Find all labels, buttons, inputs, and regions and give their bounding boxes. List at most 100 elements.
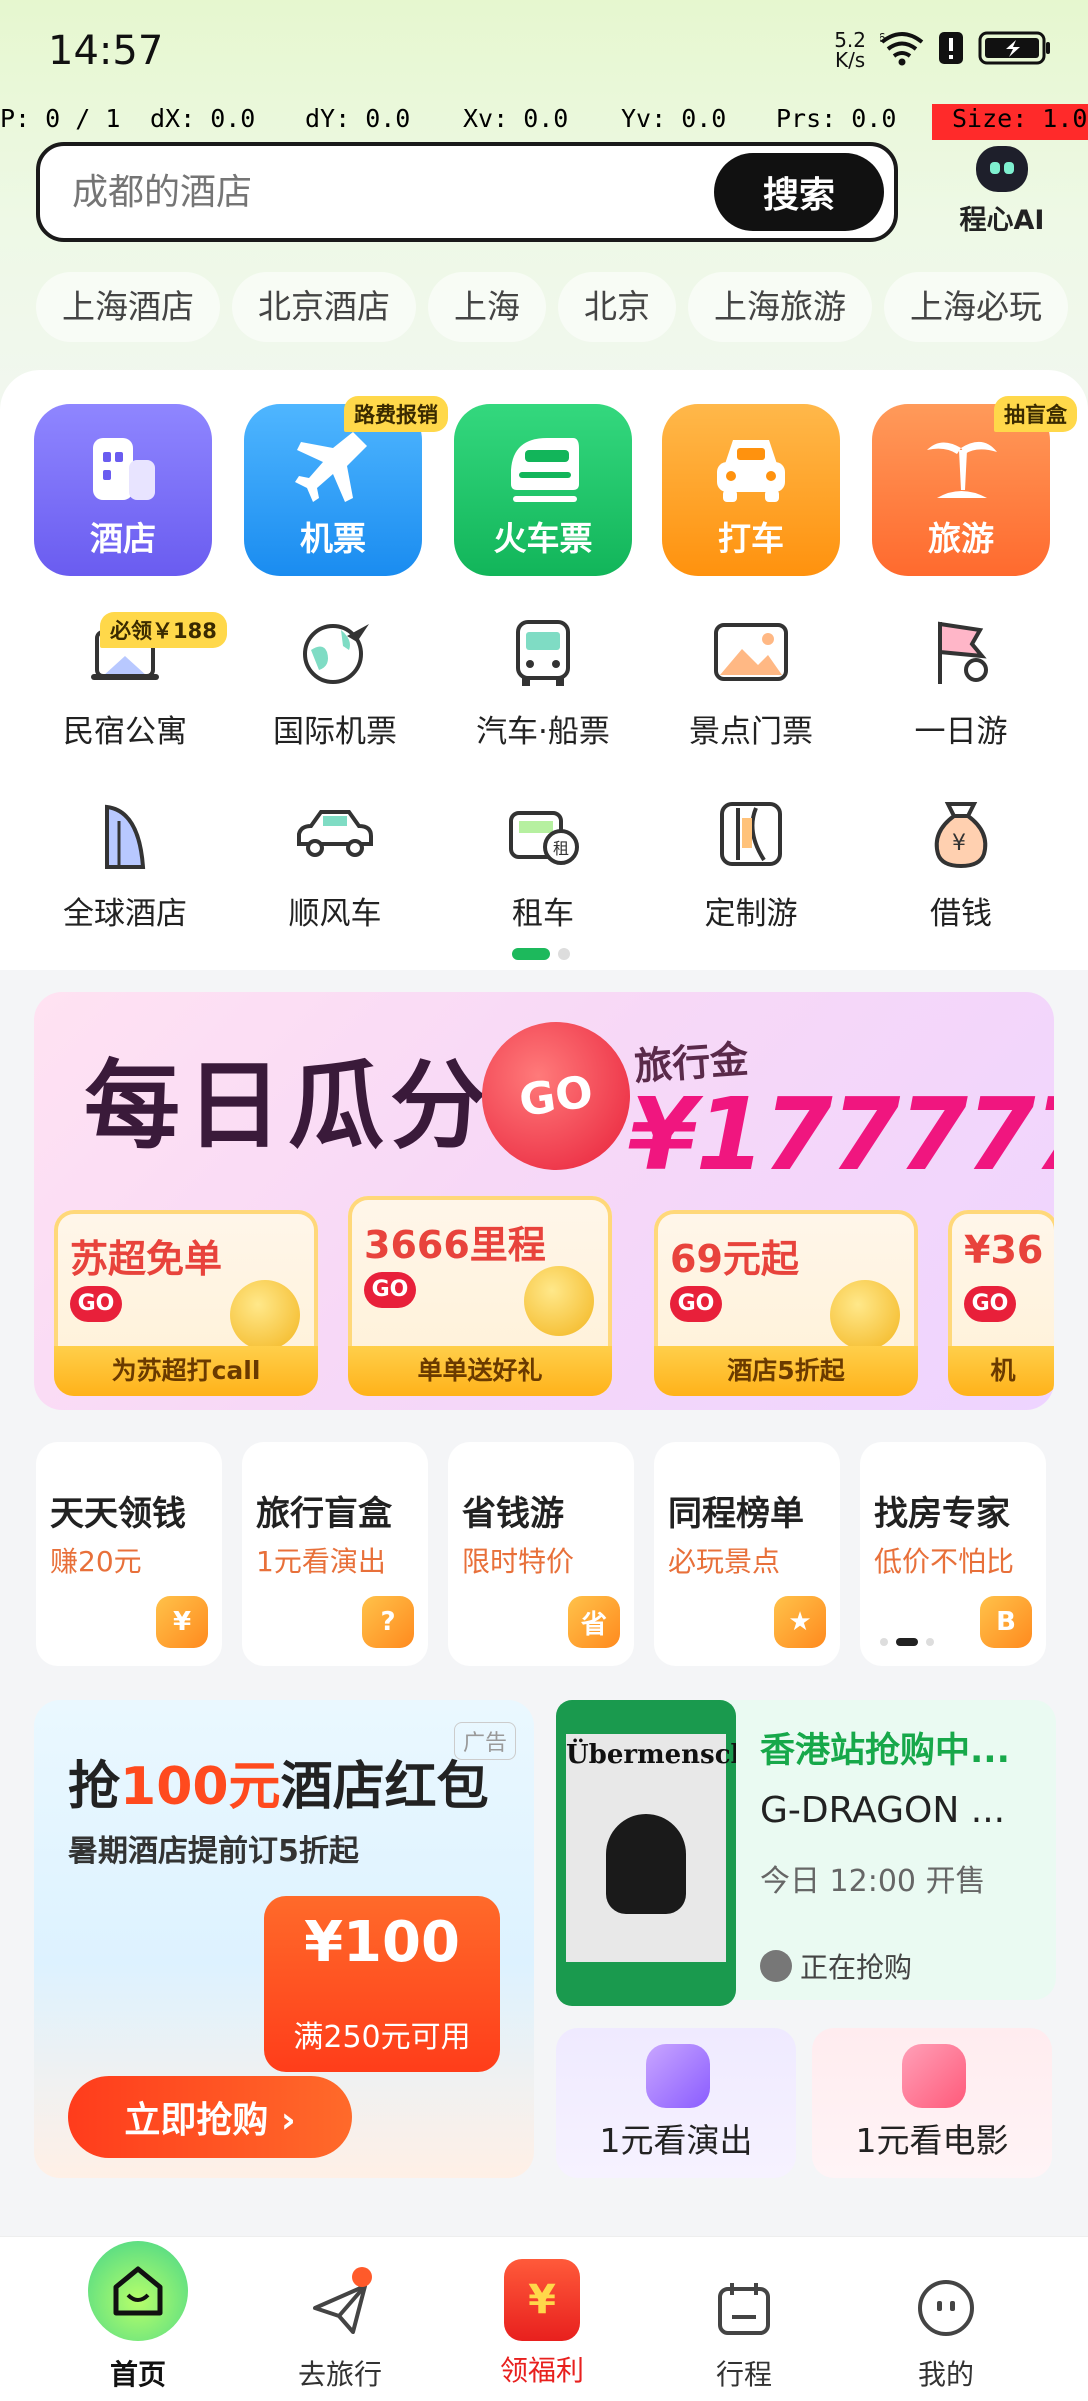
car-icon (662, 426, 840, 510)
grid-page-indicator (512, 948, 570, 960)
tab-label: 领福利 (499, 2354, 584, 2387)
poster-title: Übermensch (566, 1740, 736, 1770)
mini-card-blind-box[interactable]: 旅行盲盒 1元看演出 ? (242, 1442, 428, 1666)
flag-icon (876, 612, 1046, 692)
entry-carpool[interactable]: 顺风车 (250, 794, 420, 933)
coupon-go: GO (670, 1286, 722, 1322)
entry-label: 机票 (300, 519, 366, 558)
entry-label: 火车票 (493, 519, 593, 558)
coupon-go: GO (70, 1286, 122, 1322)
alert-icon (938, 30, 964, 70)
entry-intl-flight[interactable]: 国际机票 (250, 612, 420, 751)
entry-label: 顺风车 (288, 896, 382, 932)
page-dot (926, 1638, 934, 1646)
battery-charging-icon (978, 30, 1052, 70)
debug-dx: dX: 0.0 (150, 104, 256, 133)
banner-coupon[interactable]: 69元起 GO 酒店5折起 (654, 1210, 918, 1396)
coupon-footer: 酒店5折起 (654, 1346, 918, 1396)
tile-movie[interactable]: 1元看电影 (812, 2028, 1052, 2178)
search-button[interactable]: 搜索 (714, 153, 884, 231)
hotel-badge-icon: B (980, 1596, 1032, 1648)
status-icons: 5.2 K/s 6 (834, 30, 1052, 70)
promo-subtitle: 暑期酒店提前订5折起 (68, 1834, 359, 1869)
tab-label: 首页 (109, 2358, 166, 2391)
debug-prs: Prs: 0.0 (776, 104, 897, 133)
quick-tag[interactable]: 北京 (558, 272, 676, 342)
tab-home[interactable]: 首页 (58, 2237, 218, 2393)
ai-assistant-button[interactable]: 程心AI (946, 146, 1058, 237)
coupon-title: ¥36 (964, 1228, 1044, 1272)
mini-card-subtitle: 必玩景点 (668, 1545, 781, 1578)
mini-card-subtitle: 赚20元 (50, 1545, 142, 1578)
banner-coupon[interactable]: ¥36 GO 机 (948, 1210, 1054, 1396)
entry-label: 一日游 (914, 714, 1008, 750)
mini-card-title: 同程榜单 (668, 1494, 804, 1534)
quick-tag[interactable]: 上海必玩 (884, 272, 1068, 342)
gift-icon: ? (362, 1596, 414, 1648)
coupon-go: GO (964, 1286, 1016, 1322)
entry-car-rental[interactable]: 租 租车 (458, 794, 628, 933)
concert-poster[interactable]: Übermensch (556, 1700, 736, 2006)
tab-itinerary[interactable]: 行程 (664, 2237, 824, 2393)
global-hotel-icon (40, 794, 210, 874)
tab-profile[interactable]: 我的 (866, 2237, 1026, 2393)
banner-title: 每日瓜分 (84, 1050, 492, 1162)
entry-badge: 抽盲盒 (994, 396, 1077, 432)
tile-show[interactable]: 1元看演出 (556, 2028, 796, 2178)
palm-tree-icon (872, 426, 1050, 510)
quick-tag[interactable]: 北京酒店 (232, 272, 416, 342)
coupon-go: GO (364, 1272, 416, 1308)
svg-text:¥: ¥ (952, 831, 966, 856)
tab-label: 行程 (715, 2358, 772, 2391)
microphone-icon (646, 2044, 710, 2108)
fund-amount: ¥177777 (628, 1076, 1054, 1193)
mini-card-title: 找房专家 (874, 1494, 1010, 1534)
entry-label: 借钱 (930, 896, 992, 932)
coupon-title: 69元起 (670, 1237, 799, 1281)
concert-status: 正在抢购 (760, 1946, 912, 1986)
coupon-footer: 单单送好礼 (348, 1346, 612, 1396)
quick-tag[interactable]: 上海旅游 (688, 272, 872, 342)
carpool-icon (250, 794, 420, 874)
search-input[interactable] (40, 170, 714, 214)
entry-label: 打车 (718, 519, 784, 558)
page-dot-active (512, 948, 550, 960)
money-bag-icon: ¥ (876, 794, 1046, 874)
bottom-nav: 首页 去旅行 ¥ 领福利 行程 我的 (0, 2236, 1088, 2401)
coin-icon (524, 1266, 594, 1336)
entry-train[interactable]: 火车票 (454, 404, 632, 576)
entry-global-hotel[interactable]: 全球酒店 (40, 794, 210, 933)
coin-icon (230, 1280, 300, 1350)
mini-card-title: 省钱游 (462, 1494, 564, 1534)
entry-day-tour[interactable]: 一日游 (876, 612, 1046, 751)
search-bar: 搜索 (36, 142, 898, 242)
entry-custom-tour[interactable]: 定制游 (666, 794, 836, 933)
promo-coupon: ¥100 满250元可用 (264, 1896, 500, 2072)
buy-now-button[interactable]: 立即抢购 › (68, 2076, 352, 2158)
quick-tag[interactable]: 上海酒店 (36, 272, 220, 342)
profile-icon (911, 2273, 981, 2343)
entry-borrow-money[interactable]: ¥ 借钱 (876, 794, 1046, 933)
calendar-icon (709, 2273, 779, 2343)
banner-coupon[interactable]: 苏超免单 GO 为苏超打call (54, 1210, 318, 1396)
pointer-debug-overlay: P: 0 / 1 dX: 0.0 dY: 0.0 Xv: 0.0 Yv: 0.0… (0, 104, 1088, 140)
mini-card-daily-cash[interactable]: 天天领钱 赚20元 ¥ (36, 1442, 222, 1666)
quick-tag[interactable]: 上海 (428, 272, 546, 342)
trophy-icon: ★ (774, 1596, 826, 1648)
plane-icon (244, 426, 422, 510)
tab-travel[interactable]: 去旅行 (260, 2237, 420, 2393)
daily-fund-banner[interactable]: 每日瓜分 GO 旅行金 ¥177777 苏超免单 GO 为苏超打call 366… (34, 992, 1054, 1410)
mini-card-save-trip[interactable]: 省钱游 限时特价 省 (448, 1442, 634, 1666)
entry-hotel[interactable]: 酒店 (34, 404, 212, 576)
mini-card-ranking[interactable]: 同程榜单 必玩景点 ★ (654, 1442, 840, 1666)
entry-bus-ship[interactable]: 汽车·船票 (458, 612, 628, 751)
banner-go-button[interactable]: GO (472, 1012, 640, 1180)
hotel-coupon-promo[interactable]: 广告 抢100元酒店红包 暑期酒店提前订5折起 ¥100 满250元可用 立即抢… (34, 1700, 534, 2178)
mini-card-room-expert[interactable]: 找房专家 低价不怕比 B (860, 1442, 1046, 1666)
banner-coupon[interactable]: 3666里程 GO 单单送好礼 (348, 1196, 612, 1396)
entry-taxi[interactable]: 打车 (662, 404, 840, 576)
concert-artist: G-DRAGON ... (760, 1790, 1006, 1831)
tab-benefits[interactable]: ¥ 领福利 (462, 2237, 622, 2389)
entry-attraction-ticket[interactable]: 景点门票 (666, 612, 836, 751)
mini-card-indicator (880, 1638, 934, 1646)
